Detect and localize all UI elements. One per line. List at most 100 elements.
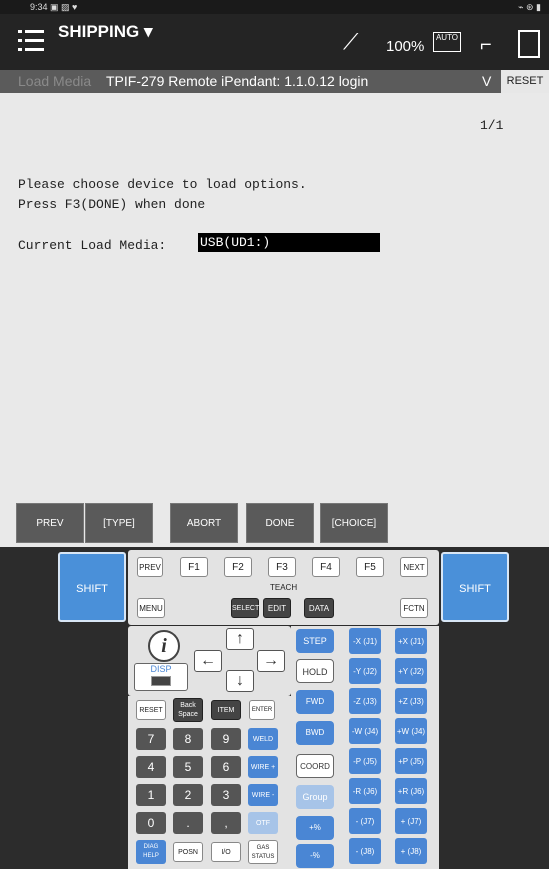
gas-status-key[interactable]: GAS STATUS bbox=[248, 840, 278, 864]
fkey-done[interactable]: DONE bbox=[246, 503, 314, 543]
step-key[interactable]: STEP bbox=[296, 629, 334, 653]
io-key[interactable]: I/O bbox=[211, 842, 241, 862]
key-3[interactable]: 3 bbox=[211, 784, 241, 806]
hamburger-menu-icon[interactable] bbox=[18, 28, 44, 54]
arrow-up-icon[interactable]: ↑ bbox=[226, 628, 254, 650]
jog-plus-j3[interactable]: +Z (J3) bbox=[395, 688, 427, 714]
jog-minus-j1[interactable]: -X (J1) bbox=[349, 628, 381, 654]
speed-up-key[interactable]: +% bbox=[296, 816, 334, 840]
jog-minus-j7[interactable]: - (J7) bbox=[349, 808, 381, 834]
key-9[interactable]: 9 bbox=[211, 728, 241, 750]
page-indicator: 1/1 bbox=[480, 118, 504, 133]
motion-panel: STEP HOLD FWD BWD COORD Group +% -% -X (… bbox=[291, 626, 439, 869]
jog-minus-j5[interactable]: -P (J5) bbox=[349, 748, 381, 774]
arrow-left-icon[interactable]: ← bbox=[194, 650, 222, 672]
robot-arm-icon[interactable]: ⌐ bbox=[480, 34, 492, 57]
weld-torch-icon[interactable]: ⟋ bbox=[343, 29, 358, 55]
f4-key[interactable]: F4 bbox=[312, 557, 340, 577]
jog-plus-j5[interactable]: +P (J5) bbox=[395, 748, 427, 774]
dropdown-icon: ▾ bbox=[139, 22, 153, 41]
disp-key[interactable]: DISP bbox=[134, 663, 188, 691]
wire-plus-key[interactable]: WIRE + bbox=[248, 756, 278, 778]
fkey-choice[interactable]: [CHOICE] bbox=[320, 503, 388, 543]
no-document-icon[interactable] bbox=[518, 30, 540, 58]
posn-key[interactable]: POSN bbox=[173, 842, 203, 862]
status-time: 9:34 ▣ ▨ ♥ bbox=[30, 2, 78, 12]
data-key[interactable]: DATA bbox=[304, 598, 334, 618]
chevron-down-icon[interactable]: V bbox=[482, 73, 491, 89]
jog-plus-j2[interactable]: +Y (J2) bbox=[395, 658, 427, 684]
top-header: SHIPPING ▾ ⟋ 100% AUTO ⌐ bbox=[0, 14, 549, 70]
numeric-panel: RESET Back Space ITEM ENTER 7 8 9 WELD 4… bbox=[128, 696, 291, 869]
f3-key[interactable]: F3 bbox=[268, 557, 296, 577]
key-8[interactable]: 8 bbox=[173, 728, 203, 750]
override-percent[interactable]: 100% bbox=[386, 38, 424, 55]
select-key[interactable]: SELECT bbox=[231, 598, 259, 618]
current-media-value[interactable]: USB(UD1:) bbox=[198, 233, 380, 252]
enter-key[interactable]: ENTER bbox=[249, 700, 275, 720]
shift-right-button[interactable]: SHIFT bbox=[441, 552, 509, 622]
f1-key[interactable]: F1 bbox=[180, 557, 208, 577]
jog-minus-j6[interactable]: -R (J6) bbox=[349, 778, 381, 804]
virtual-keypad: SHIFT SHIFT PREV F1 F2 F3 F4 F5 NEXT MEN… bbox=[0, 547, 549, 869]
key-4[interactable]: 4 bbox=[136, 756, 166, 778]
key-7[interactable]: 7 bbox=[136, 728, 166, 750]
reset-key[interactable]: RESET bbox=[136, 700, 166, 720]
speed-down-key[interactable]: -% bbox=[296, 844, 334, 868]
function-key-bar: PREV [TYPE] ABORT DONE [CHOICE] bbox=[0, 498, 549, 547]
jog-plus-j8[interactable]: + (J8) bbox=[395, 838, 427, 864]
system-icons: ⌁ ⊛ ▮ bbox=[518, 2, 541, 12]
weld-key[interactable]: WELD bbox=[248, 728, 278, 750]
jog-minus-j8[interactable]: - (J8) bbox=[349, 838, 381, 864]
hold-key[interactable]: HOLD bbox=[296, 659, 334, 683]
auto-mode-icon: AUTO bbox=[433, 32, 461, 52]
auto-label: AUTO bbox=[435, 33, 459, 42]
menu-label[interactable]: Load Media bbox=[18, 73, 91, 89]
program-name: SHIPPING bbox=[58, 22, 140, 41]
fwd-key[interactable]: FWD bbox=[296, 690, 334, 714]
f2-key[interactable]: F2 bbox=[224, 557, 252, 577]
key-comma[interactable]: , bbox=[211, 812, 241, 834]
key-2[interactable]: 2 bbox=[173, 784, 203, 806]
key-dot[interactable]: . bbox=[173, 812, 203, 834]
info-icon[interactable]: i bbox=[148, 630, 180, 662]
f5-key[interactable]: F5 bbox=[356, 557, 384, 577]
fctn-key[interactable]: FCTN bbox=[400, 598, 428, 618]
screen-title-bar: Load Media TPIF-279 Remote iPendant: 1.1… bbox=[0, 70, 549, 93]
key-5[interactable]: 5 bbox=[173, 756, 203, 778]
shift-left-button[interactable]: SHIFT bbox=[58, 552, 126, 622]
jog-plus-j4[interactable]: +W (J4) bbox=[395, 718, 427, 744]
group-key[interactable]: Group bbox=[296, 785, 334, 809]
disp-window-icon bbox=[151, 676, 171, 686]
edit-key[interactable]: EDIT bbox=[263, 598, 291, 618]
jog-plus-j6[interactable]: +R (J6) bbox=[395, 778, 427, 804]
jog-minus-j3[interactable]: -Z (J3) bbox=[349, 688, 381, 714]
jog-minus-j2[interactable]: -Y (J2) bbox=[349, 658, 381, 684]
key-0[interactable]: 0 bbox=[136, 812, 166, 834]
fkey-prev[interactable]: PREV bbox=[16, 503, 84, 543]
jog-plus-j1[interactable]: +X (J1) bbox=[395, 628, 427, 654]
wire-minus-key[interactable]: WIRE - bbox=[248, 784, 278, 806]
fkey-type[interactable]: [TYPE] bbox=[85, 503, 153, 543]
next-key[interactable]: NEXT bbox=[400, 557, 428, 577]
program-selector[interactable]: SHIPPING ▾ bbox=[58, 22, 153, 42]
coord-key[interactable]: COORD bbox=[296, 754, 334, 778]
backspace-key[interactable]: Back Space bbox=[173, 698, 203, 722]
fkey-abort[interactable]: ABORT bbox=[170, 503, 238, 543]
diag-help-key[interactable]: DIAG HELP bbox=[136, 840, 166, 864]
status-bar: 9:34 ▣ ▨ ♥ ⌁ ⊛ ▮ bbox=[0, 0, 549, 14]
key-1[interactable]: 1 bbox=[136, 784, 166, 806]
menu-key[interactable]: MENU bbox=[137, 598, 165, 618]
jog-plus-j7[interactable]: + (J7) bbox=[395, 808, 427, 834]
screen-title: TPIF-279 Remote iPendant: 1.1.0.12 login bbox=[106, 73, 369, 89]
arrow-right-icon[interactable]: → bbox=[257, 650, 285, 672]
bwd-key[interactable]: BWD bbox=[296, 721, 334, 745]
otf-key[interactable]: OTF bbox=[248, 812, 278, 834]
item-key[interactable]: ITEM bbox=[211, 700, 241, 720]
reset-button[interactable]: RESET bbox=[501, 70, 549, 93]
key-6[interactable]: 6 bbox=[211, 756, 241, 778]
arrow-down-icon[interactable]: ↓ bbox=[226, 670, 254, 692]
jog-minus-j4[interactable]: -W (J4) bbox=[349, 718, 381, 744]
function-key-panel: PREV F1 F2 F3 F4 F5 NEXT MENU TEACH SELE… bbox=[128, 550, 439, 625]
prev-key[interactable]: PREV bbox=[137, 557, 163, 577]
